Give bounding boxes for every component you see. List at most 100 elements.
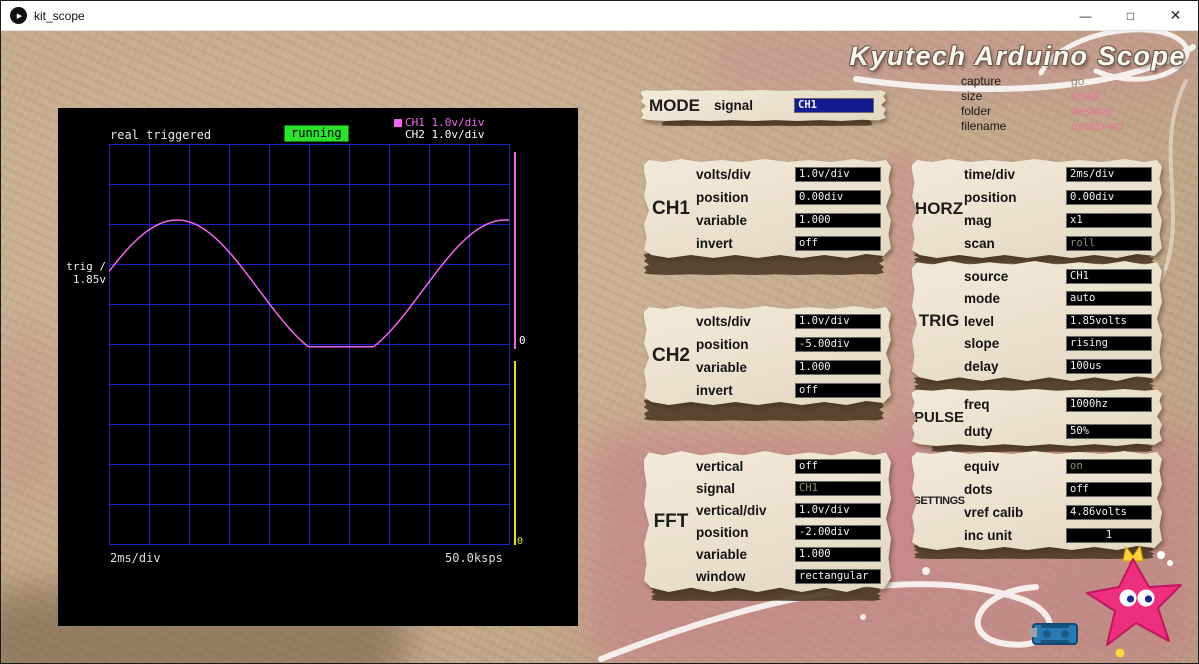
panel-row: invert off bbox=[696, 382, 881, 398]
field-label: time/div bbox=[964, 166, 1016, 182]
panel-rows: volts/div 1.0v/div position -5.00div variabl… bbox=[696, 313, 881, 398]
background-blob bbox=[1, 331, 61, 501]
panel-title: TRIG bbox=[918, 311, 960, 330]
info-label: capture bbox=[961, 73, 1002, 88]
minimize-button[interactable]: — bbox=[1063, 1, 1108, 31]
field-value[interactable]: off bbox=[795, 458, 881, 474]
field-value[interactable]: rising bbox=[1066, 336, 1152, 351]
ch2-color-swatch bbox=[394, 131, 402, 139]
field-value[interactable]: CH1 bbox=[795, 480, 881, 496]
panel-row: vertical/div 1.0v/div bbox=[696, 502, 881, 518]
field-label: equiv bbox=[964, 458, 1000, 474]
info-label: filename bbox=[961, 118, 1007, 133]
panel-title: FFT bbox=[653, 510, 689, 532]
field-value[interactable]: 0.00div bbox=[795, 189, 881, 205]
field-value[interactable]: x1 bbox=[1066, 212, 1152, 228]
field-value[interactable]: 0.00div bbox=[1066, 189, 1152, 205]
field-label: mag bbox=[964, 212, 992, 228]
info-value: desktop bbox=[1071, 103, 1114, 118]
field-value[interactable]: CH1 bbox=[794, 98, 874, 113]
capture-info-row: filename oscillo-scr bbox=[961, 118, 1196, 133]
ch2-zero-marker: 0 bbox=[517, 536, 524, 547]
panel-row: vref calib 4.86volts bbox=[964, 504, 1152, 520]
capture-info: capture go size small folder desktop fil… bbox=[961, 73, 1196, 133]
capture-info-row: size small bbox=[961, 88, 1196, 103]
app-title: Kyutech Arduino Scope bbox=[849, 41, 1186, 71]
field-label: inc unit bbox=[964, 527, 1012, 543]
field-value[interactable]: off bbox=[1066, 481, 1152, 497]
info-label: size bbox=[961, 88, 983, 103]
pulse-panel: PULSE freq 1000hz duty 50% bbox=[912, 389, 1162, 446]
field-value[interactable]: auto bbox=[1066, 291, 1152, 306]
panel-row: level 1.85volts bbox=[964, 313, 1152, 329]
field-label: source bbox=[964, 268, 1009, 284]
panel-row: variable 1.000 bbox=[696, 359, 881, 375]
field-label: variable bbox=[696, 359, 748, 375]
field-value[interactable]: 1.0v/div bbox=[795, 313, 881, 329]
field-value[interactable]: on bbox=[1066, 458, 1152, 474]
panel-row: signal CH1 bbox=[696, 480, 881, 496]
settings-panel: SETTINGS equiv on dots off vref calib 4.86vol… bbox=[912, 451, 1162, 550]
ch2-panel: CH2 volts/div 1.0v/div position -5.00div var… bbox=[644, 306, 891, 405]
maximize-button[interactable]: □ bbox=[1108, 1, 1153, 31]
field-value[interactable]: 1.85volts bbox=[1066, 313, 1152, 329]
app-body: Kyutech Arduino Scope capture go size sm… bbox=[1, 31, 1198, 663]
field-value[interactable]: CH1 bbox=[1066, 268, 1152, 284]
field-label: position bbox=[696, 525, 749, 541]
field-value[interactable]: -2.00div bbox=[795, 525, 881, 541]
scope-grid bbox=[109, 144, 510, 545]
field-label: signal bbox=[714, 98, 754, 113]
trigger-level-label: trig / 1.85v bbox=[66, 260, 106, 286]
mascot-star bbox=[1086, 544, 1182, 658]
fft-panel: FFT vertical off signal CH1 vertical/div 1.0v… bbox=[644, 451, 891, 592]
field-value[interactable]: 1.0v/div bbox=[795, 166, 881, 182]
app-play-icon: ▶ bbox=[10, 7, 27, 24]
panel-row: source CH1 bbox=[964, 268, 1152, 284]
panel-row: position -5.00div bbox=[696, 336, 881, 352]
running-badge: running bbox=[284, 125, 349, 142]
field-value[interactable]: 1.000 bbox=[795, 547, 881, 563]
field-value[interactable]: off bbox=[795, 235, 881, 251]
horz-panel: HORZ time/div 2ms/div position 0.00div mag x1… bbox=[912, 159, 1162, 258]
field-value[interactable]: 1.000 bbox=[795, 359, 881, 375]
panel-row: dots off bbox=[964, 481, 1152, 497]
field-label: window bbox=[696, 569, 746, 585]
ch2-range-indicator bbox=[514, 361, 516, 545]
field-label: vertical bbox=[696, 458, 744, 474]
field-value[interactable]: off bbox=[795, 382, 881, 398]
panel-row: volts/div 1.0v/div bbox=[696, 166, 881, 182]
field-label: volts/div bbox=[696, 313, 751, 329]
panel-title: CH2 bbox=[651, 344, 690, 366]
field-value[interactable]: 100us bbox=[1066, 358, 1152, 374]
field-label: position bbox=[964, 189, 1017, 205]
info-value: go bbox=[1071, 73, 1085, 88]
field-value[interactable]: 1.000 bbox=[795, 212, 881, 228]
field-label: delay bbox=[964, 358, 999, 374]
panel-row: window rectangular bbox=[696, 569, 881, 585]
background-blob bbox=[887, 149, 915, 594]
field-value[interactable]: 1 bbox=[1066, 527, 1152, 543]
field-value[interactable]: 1000hz bbox=[1066, 396, 1152, 412]
field-label: invert bbox=[696, 382, 733, 398]
window-titlebar: ▶ kit_scope — □ ✕ bbox=[1, 1, 1198, 31]
mode-panel: MODE signal CH1 bbox=[641, 90, 886, 121]
panel-rows: vertical off signal CH1 vertical/div 1.0v/div… bbox=[696, 458, 881, 585]
field-value[interactable]: roll bbox=[1066, 235, 1152, 251]
field-value[interactable]: -5.00div bbox=[795, 336, 881, 352]
close-button[interactable]: ✕ bbox=[1153, 1, 1198, 31]
panel-title: PULSE bbox=[914, 409, 965, 426]
field-value[interactable]: 1.0v/div bbox=[795, 502, 881, 518]
app-window: ▶ kit_scope — □ ✕ Kyutech Arduino Scope … bbox=[0, 0, 1199, 664]
info-value: small bbox=[1071, 88, 1100, 103]
field-value[interactable]: 50% bbox=[1066, 423, 1152, 439]
field-label: level bbox=[964, 313, 995, 329]
panel-row: position 0.00div bbox=[696, 189, 881, 205]
field-value[interactable]: rectangular bbox=[795, 569, 881, 585]
field-value[interactable]: 4.86volts bbox=[1066, 504, 1152, 520]
panel-row: delay 100us bbox=[964, 358, 1152, 374]
panel-row: mag x1 bbox=[964, 212, 1152, 228]
panel-title: MODE bbox=[649, 95, 700, 115]
field-label: signal bbox=[696, 480, 736, 496]
panel-row: variable 1.000 bbox=[696, 547, 881, 563]
field-value[interactable]: 2ms/div bbox=[1066, 166, 1152, 182]
